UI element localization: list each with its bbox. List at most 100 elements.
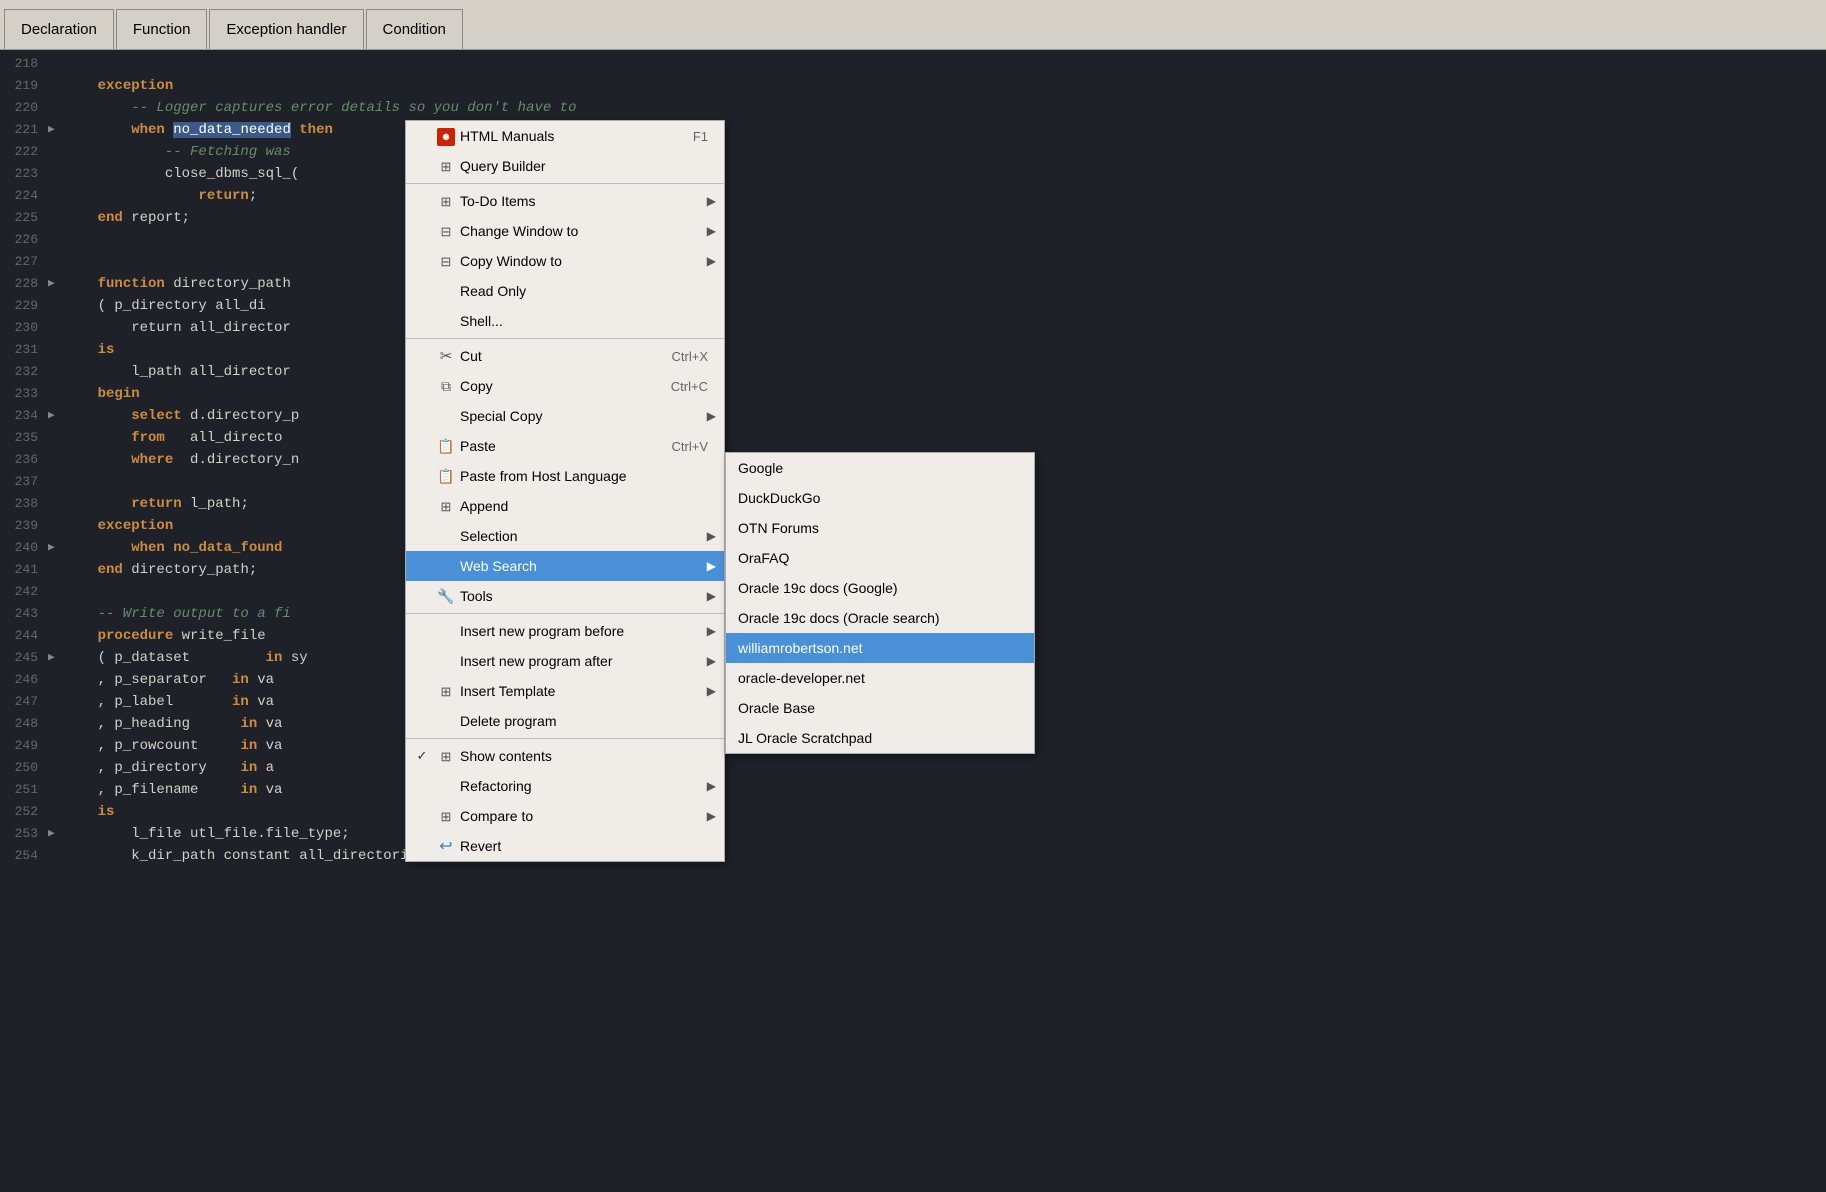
tab-function[interactable]: Function bbox=[116, 9, 208, 49]
menu-item-refactoring[interactable]: Refactoring▶ bbox=[406, 771, 724, 801]
line-arrow bbox=[48, 142, 64, 144]
line-arrow bbox=[48, 626, 64, 628]
menu-item-revert[interactable]: ↩Revert bbox=[406, 831, 724, 861]
menu-item-compare-to[interactable]: ⊞Compare to▶ bbox=[406, 801, 724, 831]
submenu-item-duckduckgo[interactable]: DuckDuckGo bbox=[726, 483, 1034, 513]
line-arrow: ▶ bbox=[48, 406, 64, 425]
submenu-item-otn-forums[interactable]: OTN Forums bbox=[726, 513, 1034, 543]
code-line: 228▶ function directory_path bbox=[0, 274, 1826, 296]
line-number: 239 bbox=[0, 516, 48, 536]
line-number: 236 bbox=[0, 450, 48, 470]
menu-item-read-only[interactable]: Read Only bbox=[406, 276, 724, 306]
menu-separator bbox=[406, 613, 724, 614]
change-icon: ⊟ bbox=[441, 224, 452, 239]
line-number: 223 bbox=[0, 164, 48, 184]
menu-label-refactoring: Refactoring bbox=[460, 778, 687, 794]
copy-icon: ⧉ bbox=[441, 378, 451, 394]
query-icon: ⊞ bbox=[441, 159, 452, 174]
line-content: -- Fetching was bbox=[64, 142, 1826, 164]
submenu-item-oracle-base[interactable]: Oracle Base bbox=[726, 693, 1034, 723]
code-line: 232 l_path all_director bbox=[0, 362, 1826, 384]
submenu-item-google[interactable]: Google bbox=[726, 453, 1034, 483]
line-number: 247 bbox=[0, 692, 48, 712]
tools-icon: 🔧 bbox=[437, 588, 454, 604]
menu-label-tools: Tools bbox=[460, 588, 687, 604]
line-content: l_file utl_file.file_type; bbox=[64, 824, 1826, 846]
menu-arrow-change-window: ▶ bbox=[707, 224, 716, 238]
menu-item-web-search[interactable]: Web Search▶ bbox=[406, 551, 724, 581]
line-number: 250 bbox=[0, 758, 48, 778]
menu-item-delete-program[interactable]: Delete program bbox=[406, 706, 724, 736]
menu-item-append[interactable]: ⊞Append bbox=[406, 491, 724, 521]
code-line: 231 is bbox=[0, 340, 1826, 362]
submenu-item-jl-scratchpad[interactable]: JL Oracle Scratchpad bbox=[726, 723, 1034, 753]
menu-icon-revert: ↩ bbox=[432, 836, 460, 856]
menu-item-cut[interactable]: ✂CutCtrl+X bbox=[406, 341, 724, 371]
menu-separator bbox=[406, 338, 724, 339]
menu-item-html-manuals[interactable]: ◉HTML ManualsF1 bbox=[406, 121, 724, 151]
menu-separator bbox=[406, 738, 724, 739]
line-arrow: ▶ bbox=[48, 648, 64, 667]
line-number: 245 bbox=[0, 648, 48, 668]
line-arrow bbox=[48, 802, 64, 804]
submenu-item-oracle-developer[interactable]: oracle-developer.net bbox=[726, 663, 1034, 693]
line-arrow: ▶ bbox=[48, 824, 64, 843]
line-number: 253 bbox=[0, 824, 48, 844]
line-content: -- Logger captures error details so you … bbox=[64, 98, 1826, 120]
submenu-item-oracle-19c-oracle[interactable]: Oracle 19c docs (Oracle search) bbox=[726, 603, 1034, 633]
menu-item-query-builder[interactable]: ⊞Query Builder bbox=[406, 151, 724, 181]
menu-label-selection: Selection bbox=[460, 528, 687, 544]
menu-item-insert-new-before[interactable]: Insert new program before▶ bbox=[406, 616, 724, 646]
paste-icon: 📋 bbox=[437, 468, 454, 484]
menu-item-todo-items[interactable]: ⊞To-Do Items▶ bbox=[406, 186, 724, 216]
menu-icon-cut: ✂ bbox=[432, 347, 460, 365]
line-arrow bbox=[48, 54, 64, 56]
line-number: 235 bbox=[0, 428, 48, 448]
line-number: 244 bbox=[0, 626, 48, 646]
submenu-item-orafaq[interactable]: OraFAQ bbox=[726, 543, 1034, 573]
menu-item-selection[interactable]: Selection ▶ bbox=[406, 521, 724, 551]
line-arrow bbox=[48, 208, 64, 210]
tab-exception-handler[interactable]: Exception handler bbox=[209, 9, 363, 49]
menu-item-show-contents[interactable]: ✓⊞Show contents bbox=[406, 741, 724, 771]
menu-item-special-copy[interactable]: Special Copy▶ bbox=[406, 401, 724, 431]
tab-declaration[interactable]: Declaration bbox=[4, 9, 114, 49]
menu-item-insert-new-after[interactable]: Insert new program after▶ bbox=[406, 646, 724, 676]
menu-item-shell[interactable]: Shell... bbox=[406, 306, 724, 336]
line-arrow bbox=[48, 846, 64, 848]
menu-label-append: Append bbox=[460, 498, 696, 514]
line-arrow: ▶ bbox=[48, 274, 64, 293]
line-number: 249 bbox=[0, 736, 48, 756]
line-arrow bbox=[48, 604, 64, 606]
menu-item-paste[interactable]: 📋PasteCtrl+V bbox=[406, 431, 724, 461]
submenu-item-oracle-19c-google[interactable]: Oracle 19c docs (Google) bbox=[726, 573, 1034, 603]
tab-condition[interactable]: Condition bbox=[366, 9, 463, 49]
todo-icon: ⊞ bbox=[441, 194, 452, 209]
code-line: 229 ( p_directory all_di bbox=[0, 296, 1826, 318]
menu-item-tools[interactable]: 🔧Tools▶ bbox=[406, 581, 724, 611]
menu-item-copy-window[interactable]: ⊟Copy Window to▶ bbox=[406, 246, 724, 276]
show-icon: ⊞ bbox=[441, 749, 452, 764]
menu-arrow-selection: ▶ bbox=[707, 529, 716, 543]
menu-shortcut-html-manuals: F1 bbox=[693, 129, 708, 144]
menu-label-insert-template: Insert Template bbox=[460, 683, 687, 699]
line-arrow bbox=[48, 362, 64, 364]
line-arrow bbox=[48, 758, 64, 760]
menu-item-insert-template[interactable]: ⊞Insert Template▶ bbox=[406, 676, 724, 706]
line-arrow bbox=[48, 736, 64, 738]
menu-label-revert: Revert bbox=[460, 838, 696, 854]
line-content: , p_filename in va bbox=[64, 780, 1826, 802]
code-line: 250 , p_directory in a bbox=[0, 758, 1826, 780]
line-arrow bbox=[48, 714, 64, 716]
menu-arrow-insert-new-before: ▶ bbox=[707, 624, 716, 638]
menu-arrow-todo-items: ▶ bbox=[707, 194, 716, 208]
line-arrow bbox=[48, 186, 64, 188]
line-number: 252 bbox=[0, 802, 48, 822]
line-arrow bbox=[48, 164, 64, 166]
menu-item-change-window[interactable]: ⊟Change Window to▶ bbox=[406, 216, 724, 246]
menu-item-copy[interactable]: ⧉CopyCtrl+C bbox=[406, 371, 724, 401]
menu-item-paste-host[interactable]: 📋Paste from Host Language bbox=[406, 461, 724, 491]
menu-shortcut-cut: Ctrl+X bbox=[672, 349, 708, 364]
menu-icon-copy-window: ⊟ bbox=[432, 253, 460, 270]
submenu-item-williamrobertson[interactable]: williamrobertson.net bbox=[726, 633, 1034, 663]
